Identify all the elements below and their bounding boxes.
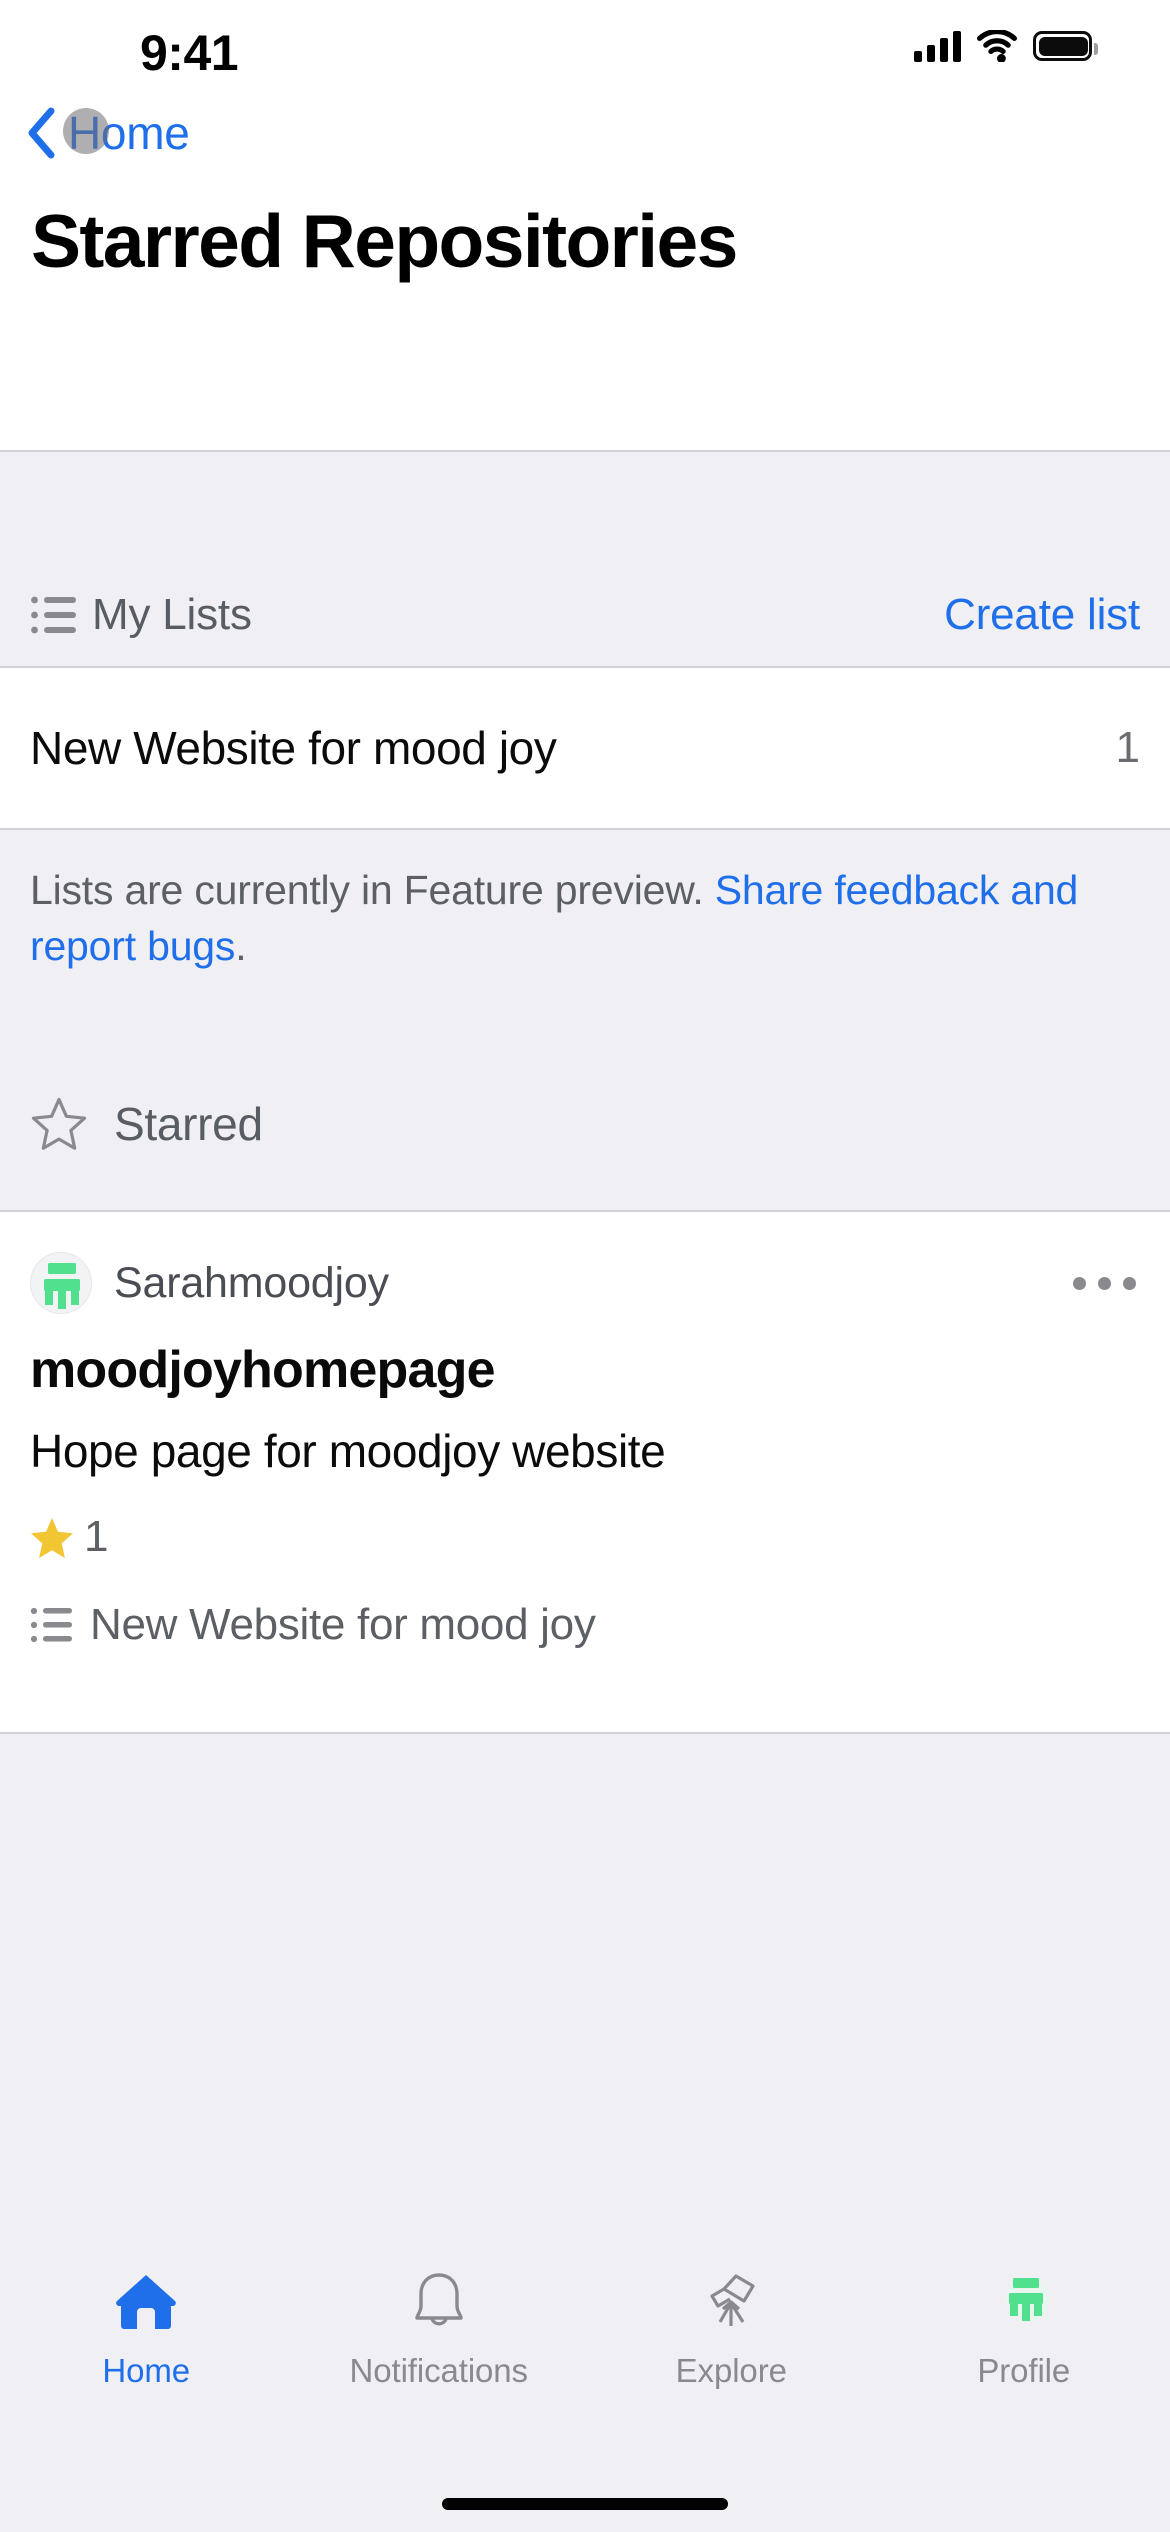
cellular-signal-icon [914,30,961,62]
status-bar-indicators [914,28,1098,63]
tab-home[interactable]: Home [0,2264,293,2390]
starred-label: Starred [114,1098,263,1150]
create-list-button[interactable]: Create list [944,590,1140,640]
star-filled-icon [30,1516,74,1558]
status-bar-time: 9:41 [140,25,239,81]
star-outline-icon [30,1096,88,1152]
kebab-menu-icon[interactable] [1069,1271,1140,1296]
navigation-bar: Home [0,100,1170,182]
page-title: Starred Repositories [31,199,738,283]
status-bar: 9:41 [0,0,1170,100]
tab-notifications-label: Notifications [349,2352,529,2389]
title-bar: Starred Repositories [0,182,1170,452]
home-icon [111,2264,181,2338]
repository-star-group: 1 [30,1512,108,1562]
feature-preview-text: Lists are currently in Feature preview. [30,867,715,913]
phone-screen: 9:41 Home Starred Repositories My Lists … [0,0,1170,2532]
starred-section-header: Starred [0,1036,1170,1212]
moodjoy-avatar-icon [30,1252,92,1314]
unordered-list-icon [30,593,78,637]
tab-profile-label: Profile [977,2352,1071,2389]
chevron-left-icon [26,107,56,159]
tab-profile[interactable]: Profile [878,2264,1170,2390]
repository-card[interactable]: Sarahmoodjoy moodjoyhomepage Hope page f… [0,1212,1170,1734]
list-item-name: New Website for mood joy [30,722,557,774]
tab-bar: Home Notifications Explore Profile [0,2236,1170,2532]
repository-description: Hope page for moodjoy website [30,1425,666,1477]
repository-card-header: Sarahmoodjoy [30,1252,1140,1314]
tab-explore-label: Explore [675,2352,787,2389]
back-button[interactable]: Home [26,106,190,160]
list-item-count: 1 [1115,723,1140,772]
repository-list-reference[interactable]: New Website for mood joy [30,1600,596,1650]
battery-full-icon [1033,31,1098,61]
unordered-list-icon [30,1605,74,1645]
my-lists-section-header: My Lists Create list [0,454,1170,668]
starred-header-row: Starred [30,1036,263,1212]
bell-icon [404,2264,474,2338]
telescope-icon [696,2264,766,2338]
back-button-label: Home [68,107,190,159]
empty-space [0,1736,1170,2236]
profile-avatar-icon [989,2264,1059,2338]
repository-star-count: 1 [84,1512,109,1561]
feature-preview-trailing: . [235,923,247,969]
tab-notifications[interactable]: Notifications [293,2264,586,2390]
tab-home-label: Home [102,2352,191,2389]
repository-owner[interactable]: Sarahmoodjoy [114,1259,389,1308]
my-lists-header-row: My Lists Create list [30,590,1140,640]
wifi-icon [977,28,1017,63]
list-item[interactable]: New Website for mood joy 1 [0,668,1170,830]
home-indicator [442,2498,728,2510]
repository-name[interactable]: moodjoyhomepage [30,1340,496,1400]
my-lists-label: My Lists [92,590,252,639]
feature-preview-note: Lists are currently in Feature preview. … [0,830,1170,1036]
tab-explore[interactable]: Explore [585,2264,878,2390]
repository-list-name: New Website for mood joy [90,1600,596,1649]
